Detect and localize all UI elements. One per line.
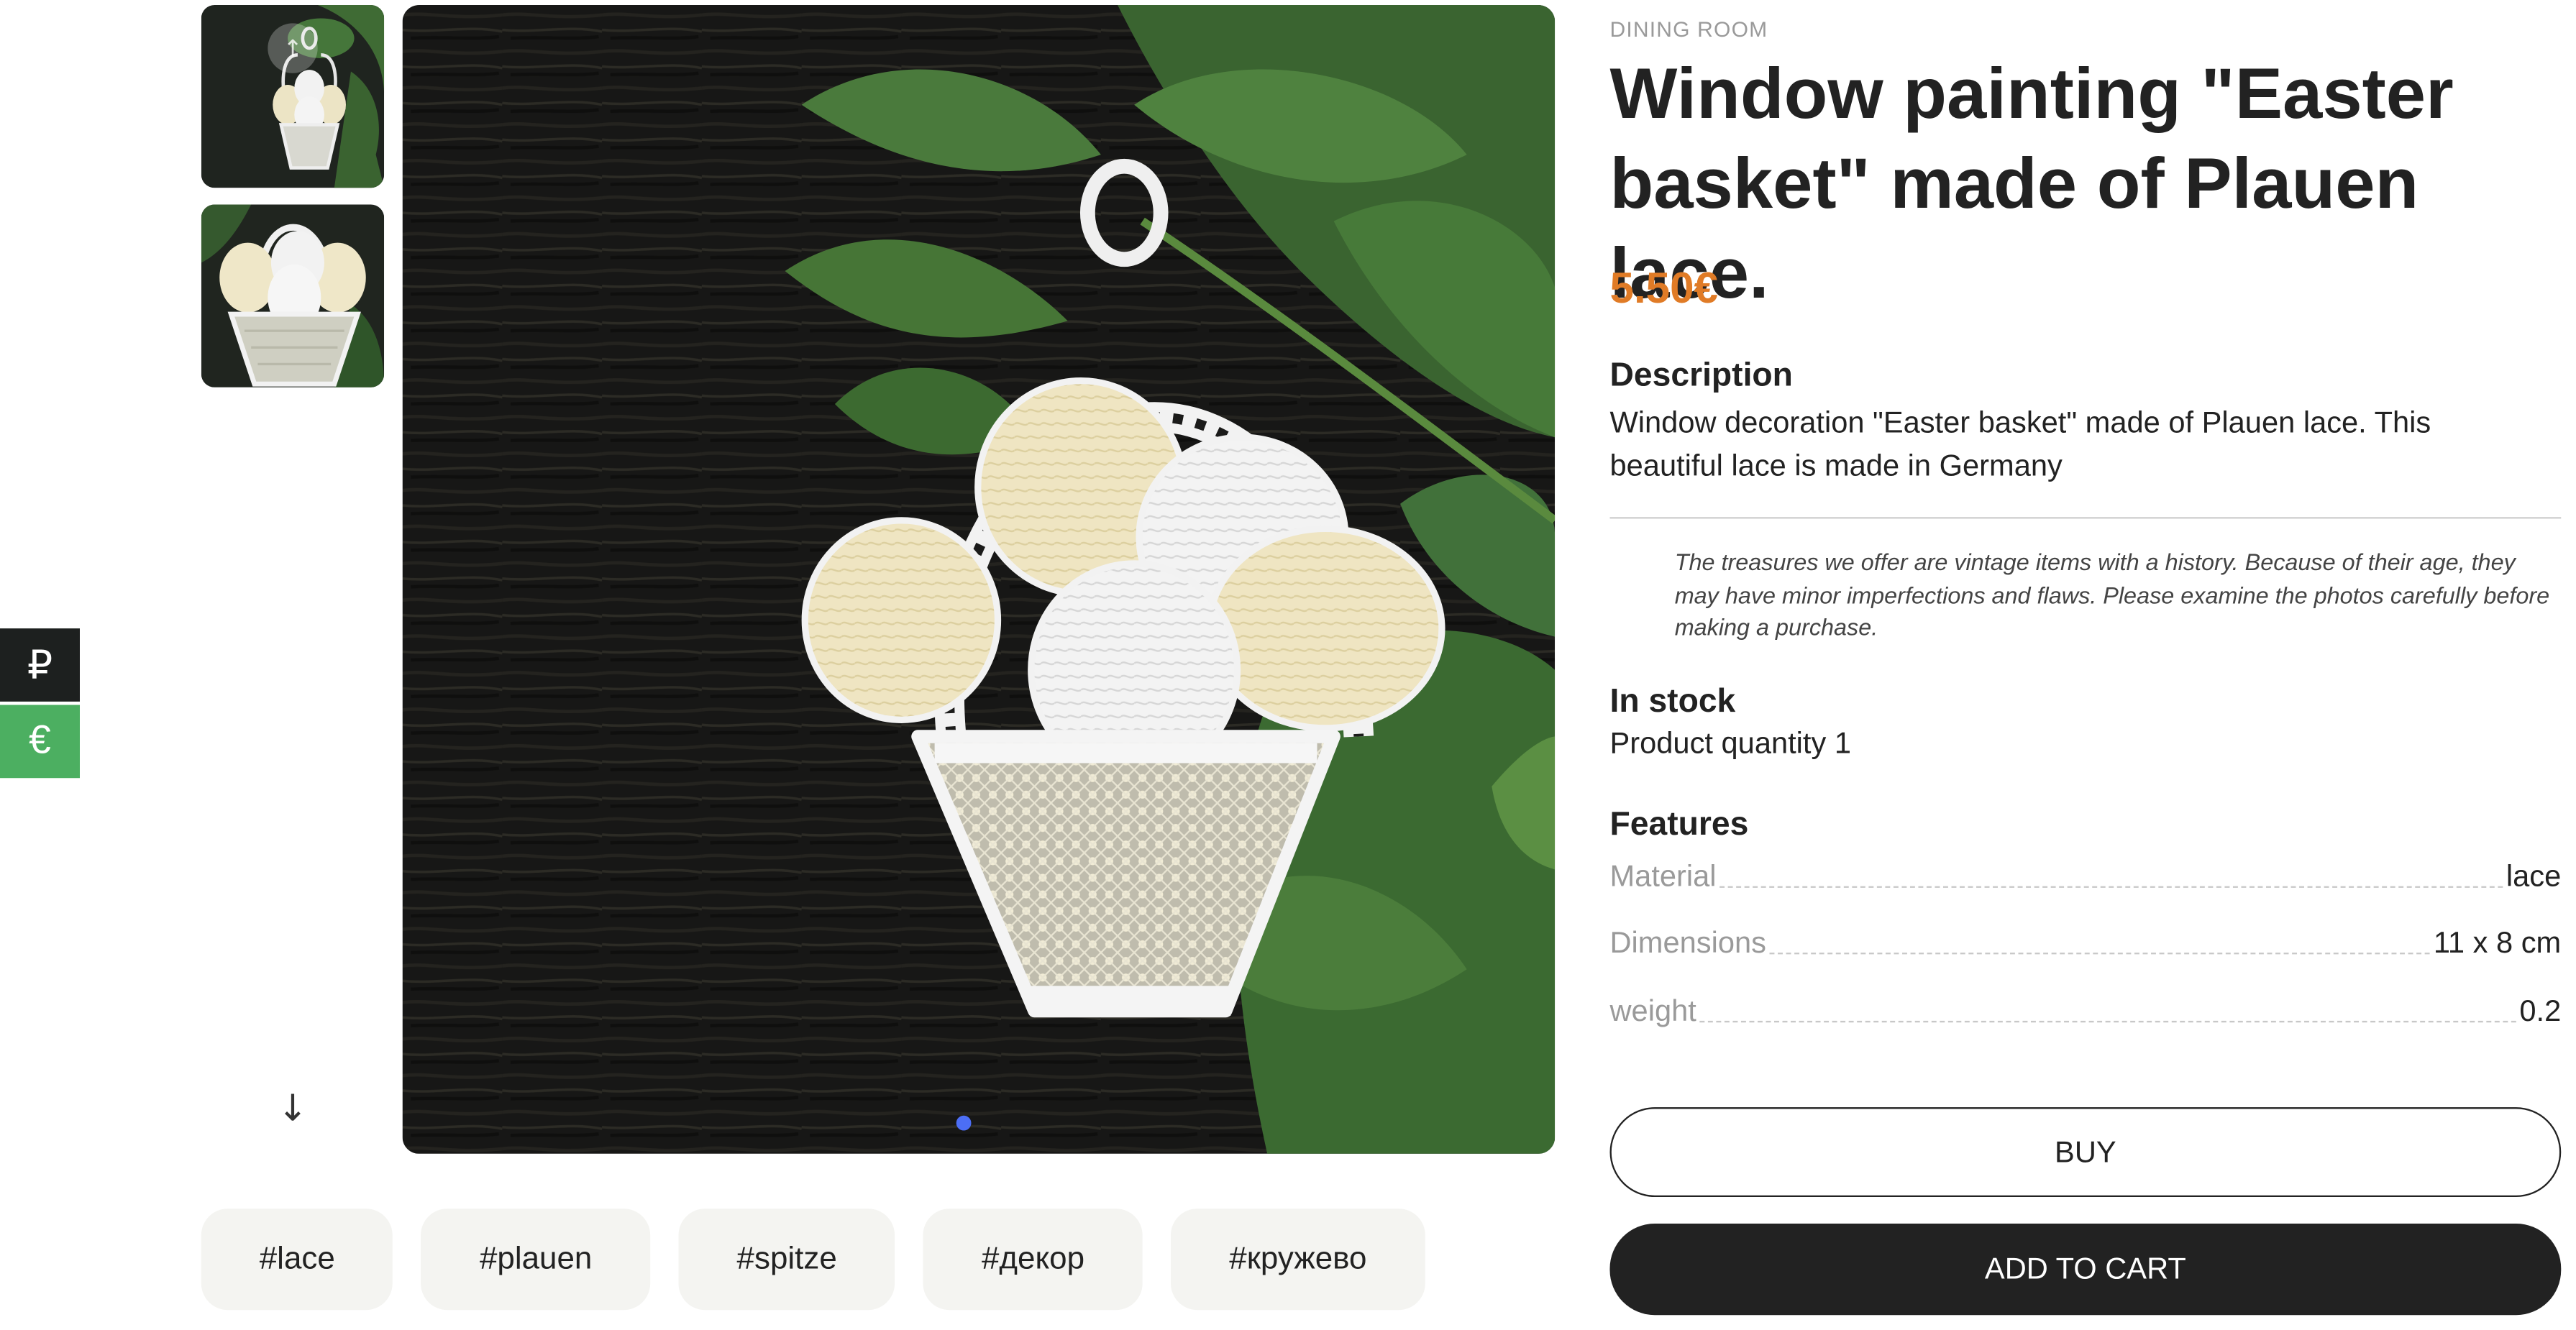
product-category[interactable]: DINING ROOM — [1610, 17, 1768, 42]
tag-kruzhevo[interactable]: #кружево — [1171, 1209, 1425, 1311]
tag-list: #lace #plauen #spitze #декор #кружево — [201, 1209, 1425, 1311]
tag-spitze[interactable]: #spitze — [678, 1209, 895, 1311]
feature-value: 11 x 8 cm — [2433, 926, 2562, 960]
feature-leader — [1699, 1020, 2516, 1023]
stock-heading: In stock — [1609, 683, 1736, 720]
tag-lace[interactable]: #lace — [201, 1209, 393, 1311]
add-to-cart-button[interactable]: ADD TO CART — [1609, 1224, 2562, 1316]
main-product-image[interactable] — [402, 4, 1556, 1154]
tag-plauen[interactable]: #plauen — [421, 1209, 651, 1311]
vintage-note: The treasures we offer are vintage items… — [1674, 549, 2550, 641]
features-heading: Features — [1609, 806, 1749, 843]
feature-row-material: Material lace — [1610, 860, 2562, 895]
feature-row-weight: weight 0.2 — [1610, 994, 2562, 1029]
feature-leader — [1719, 886, 2503, 888]
feature-value: 0.2 — [2519, 994, 2562, 1028]
stock-quantity: Product quantity 1 — [1609, 726, 1852, 760]
gallery-scroll-down-arrow-icon[interactable]: ↓ — [266, 1084, 319, 1137]
feature-leader — [1769, 953, 2431, 955]
gallery-thumbnail-1[interactable]: ↑ — [201, 4, 385, 188]
carousel-dot-1[interactable] — [956, 1115, 972, 1131]
description-heading: Description — [1609, 357, 1793, 395]
buy-button[interactable]: BUY — [1609, 1107, 2562, 1197]
tag-dekor[interactable]: #декор — [923, 1209, 1143, 1311]
feature-name: weight — [1609, 994, 1696, 1028]
product-page: ₽ € ↑ ↓ #lace #plauen #spitze #декор #кр… — [0, 0, 2576, 1330]
feature-name: Dimensions — [1609, 926, 1766, 960]
currency-rub-button[interactable]: ₽ — [0, 628, 80, 702]
product-description: Window decoration "Easter basket" made o… — [1609, 405, 2431, 482]
feature-name: Material — [1609, 859, 1717, 893]
product-title: Window painting "Easter basket" made of … — [1609, 55, 2454, 315]
currency-eur-button[interactable]: € — [0, 705, 80, 779]
svg-text:↑: ↑ — [283, 35, 302, 63]
feature-value: lace — [2506, 859, 2562, 893]
product-price: 5.50€ — [1609, 262, 1718, 313]
feature-row-dimensions: Dimensions 11 x 8 cm — [1610, 926, 2562, 961]
gallery-thumbnail-2[interactable] — [201, 204, 385, 387]
divider — [1609, 517, 2562, 519]
